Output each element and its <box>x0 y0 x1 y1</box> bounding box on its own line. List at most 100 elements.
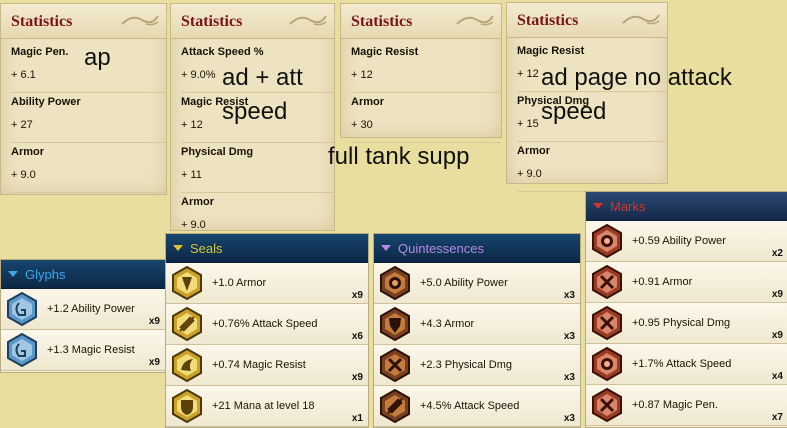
stats-title: Statistics <box>517 12 579 29</box>
rune-stat: +4.5% Attack Speed <box>420 400 520 412</box>
marks-title: Marks <box>610 199 646 214</box>
stat-label: Magic Resist <box>517 45 585 57</box>
stat-value: + 12 <box>181 119 203 131</box>
rune-stat: +0.95 Physical Dmg <box>632 317 731 329</box>
quintessences-header[interactable]: Quintessences <box>374 234 580 263</box>
seals-panel: Seals +1.0 Armor x9 +0.76% Attack Speed … <box>165 233 369 428</box>
mark-ability-power-icon <box>592 224 622 258</box>
rune-row[interactable]: +4.3 Armor x3 <box>374 304 580 345</box>
stat-label: Armor <box>181 196 215 208</box>
stat-label: Armor <box>351 96 385 108</box>
stat-row: Ability Power + 27 <box>11 93 166 143</box>
rune-count: x6 <box>351 331 363 342</box>
stats-header: Statistics <box>171 4 334 39</box>
marks-header[interactable]: Marks <box>586 192 787 221</box>
mark-magic-pen-icon <box>592 388 622 422</box>
stat-label: Armor <box>517 145 551 157</box>
quint-physical-dmg-icon <box>380 348 410 382</box>
rune-row[interactable]: +4.5% Attack Speed x3 <box>374 386 580 427</box>
rune-row[interactable]: +21 Mana at level 18 x1 <box>166 386 368 427</box>
stat-value: + 9.0% <box>181 69 216 81</box>
stats-panel-ad-page: Statistics Magic Resist + 12 Physical Dmg… <box>506 2 668 192</box>
stat-label: Armor <box>11 146 45 158</box>
rune-count: x9 <box>148 316 160 327</box>
stat-value: + 27 <box>11 119 33 131</box>
quint-attack-speed-icon <box>380 389 410 423</box>
collapse-arrow-icon <box>173 245 183 251</box>
rune-row[interactable]: +0.74 Magic Resist x9 <box>166 345 368 386</box>
mark-armor-icon <box>592 265 622 299</box>
stats-header: Statistics <box>507 3 667 38</box>
rune-row[interactable]: +1.3 Magic Resist x9 <box>1 330 165 371</box>
rune-count: x3 <box>563 372 575 383</box>
seal-magic-resist-icon <box>172 348 202 382</box>
quint-armor-icon <box>380 307 410 341</box>
rune-count: x3 <box>563 413 575 424</box>
stat-value: + 30 <box>351 119 373 131</box>
rune-row[interactable]: +0.87 Magic Pen. x7 <box>586 385 787 426</box>
quintessences-panel: Quintessences +5.0 Ability Power x3 +4.3… <box>373 233 581 428</box>
rune-row[interactable]: +1.7% Attack Speed x4 <box>586 344 787 385</box>
stat-label: Magic Resist <box>351 46 419 58</box>
marks-panel: Marks +0.59 Ability Power x2 +0.91 Armor… <box>585 191 787 428</box>
quint-ability-power-icon <box>380 266 410 300</box>
seal-attack-speed-icon <box>172 307 202 341</box>
stats-title: Statistics <box>351 13 413 30</box>
seals-header[interactable]: Seals <box>166 234 368 263</box>
annotation-ad-page-speed: speed <box>541 98 607 125</box>
rune-stat: +4.3 Armor <box>420 318 475 330</box>
rune-stat: +0.76% Attack Speed <box>212 318 318 330</box>
rune-row[interactable]: +0.91 Armor x9 <box>586 262 787 303</box>
rune-stat: +0.91 Armor <box>632 276 693 288</box>
rune-stat: +5.0 Ability Power <box>420 277 508 289</box>
stat-value: + 15 <box>517 118 539 130</box>
seals-title: Seals <box>190 241 223 256</box>
seal-mana-icon <box>172 389 202 423</box>
stat-value: + 11 <box>181 169 202 181</box>
stats-header: Statistics <box>341 4 501 39</box>
stat-row: Physical Dmg + 11 <box>181 143 334 193</box>
annotation-tank: full tank supp <box>328 143 470 170</box>
rune-count: x3 <box>563 331 575 342</box>
rune-row[interactable]: +1.2 Ability Power x9 <box>1 289 165 330</box>
rune-row[interactable]: +5.0 Ability Power x3 <box>374 263 580 304</box>
collapse-arrow-icon <box>381 245 391 251</box>
collapse-arrow-icon <box>8 271 18 277</box>
rune-count: x7 <box>771 412 783 423</box>
scroll-flourish-icon <box>456 15 494 26</box>
stat-label: Magic Pen. <box>11 46 69 58</box>
rune-count: x1 <box>351 413 363 424</box>
annotation-ad-att: ad + att <box>222 64 303 91</box>
rune-count: x9 <box>351 372 363 383</box>
glyphs-panel: Glyphs +1.2 Ability Power x9 +1.3 Magic … <box>0 259 166 373</box>
stats-title: Statistics <box>11 13 73 30</box>
stats-panel-ap: Statistics Magic Pen. + 6.1 Ability Power… <box>0 3 167 195</box>
rune-row[interactable]: +0.59 Ability Power x2 <box>586 221 787 262</box>
seal-armor-icon <box>172 266 202 300</box>
glyph-rune-icon <box>7 333 37 367</box>
rune-count: x9 <box>148 357 160 368</box>
stat-value: + 12 <box>351 69 373 81</box>
rune-count: x3 <box>563 290 575 301</box>
stat-label: Physical Dmg <box>181 146 254 158</box>
mark-attack-speed-icon <box>592 347 622 381</box>
scroll-flourish-icon <box>121 15 159 26</box>
rune-stat: +21 Mana at level 18 <box>212 400 315 412</box>
scroll-flourish-icon <box>289 15 327 26</box>
stats-panel-tank: Statistics Magic Resist + 12 Armor + 30 <box>340 3 502 143</box>
stat-value: + 9.0 <box>517 168 542 180</box>
rune-stat: +0.87 Magic Pen. <box>632 399 718 411</box>
rune-row[interactable]: +0.95 Physical Dmg x9 <box>586 303 787 344</box>
rune-row[interactable]: +1.0 Armor x9 <box>166 263 368 304</box>
glyphs-title: Glyphs <box>25 267 66 282</box>
rune-row[interactable]: +2.3 Physical Dmg x3 <box>374 345 580 386</box>
rune-stat: +0.59 Ability Power <box>632 235 726 247</box>
glyphs-header[interactable]: Glyphs <box>1 260 165 289</box>
stats-title: Statistics <box>181 13 243 30</box>
stat-row: Armor + 9.0 <box>517 142 667 192</box>
stat-row: Armor + 30 <box>351 93 501 143</box>
annotation-ad-page: ad page no attack <box>541 64 732 91</box>
rune-count: x9 <box>351 290 363 301</box>
rune-row[interactable]: +0.76% Attack Speed x6 <box>166 304 368 345</box>
stat-value: + 9.0 <box>181 219 206 231</box>
